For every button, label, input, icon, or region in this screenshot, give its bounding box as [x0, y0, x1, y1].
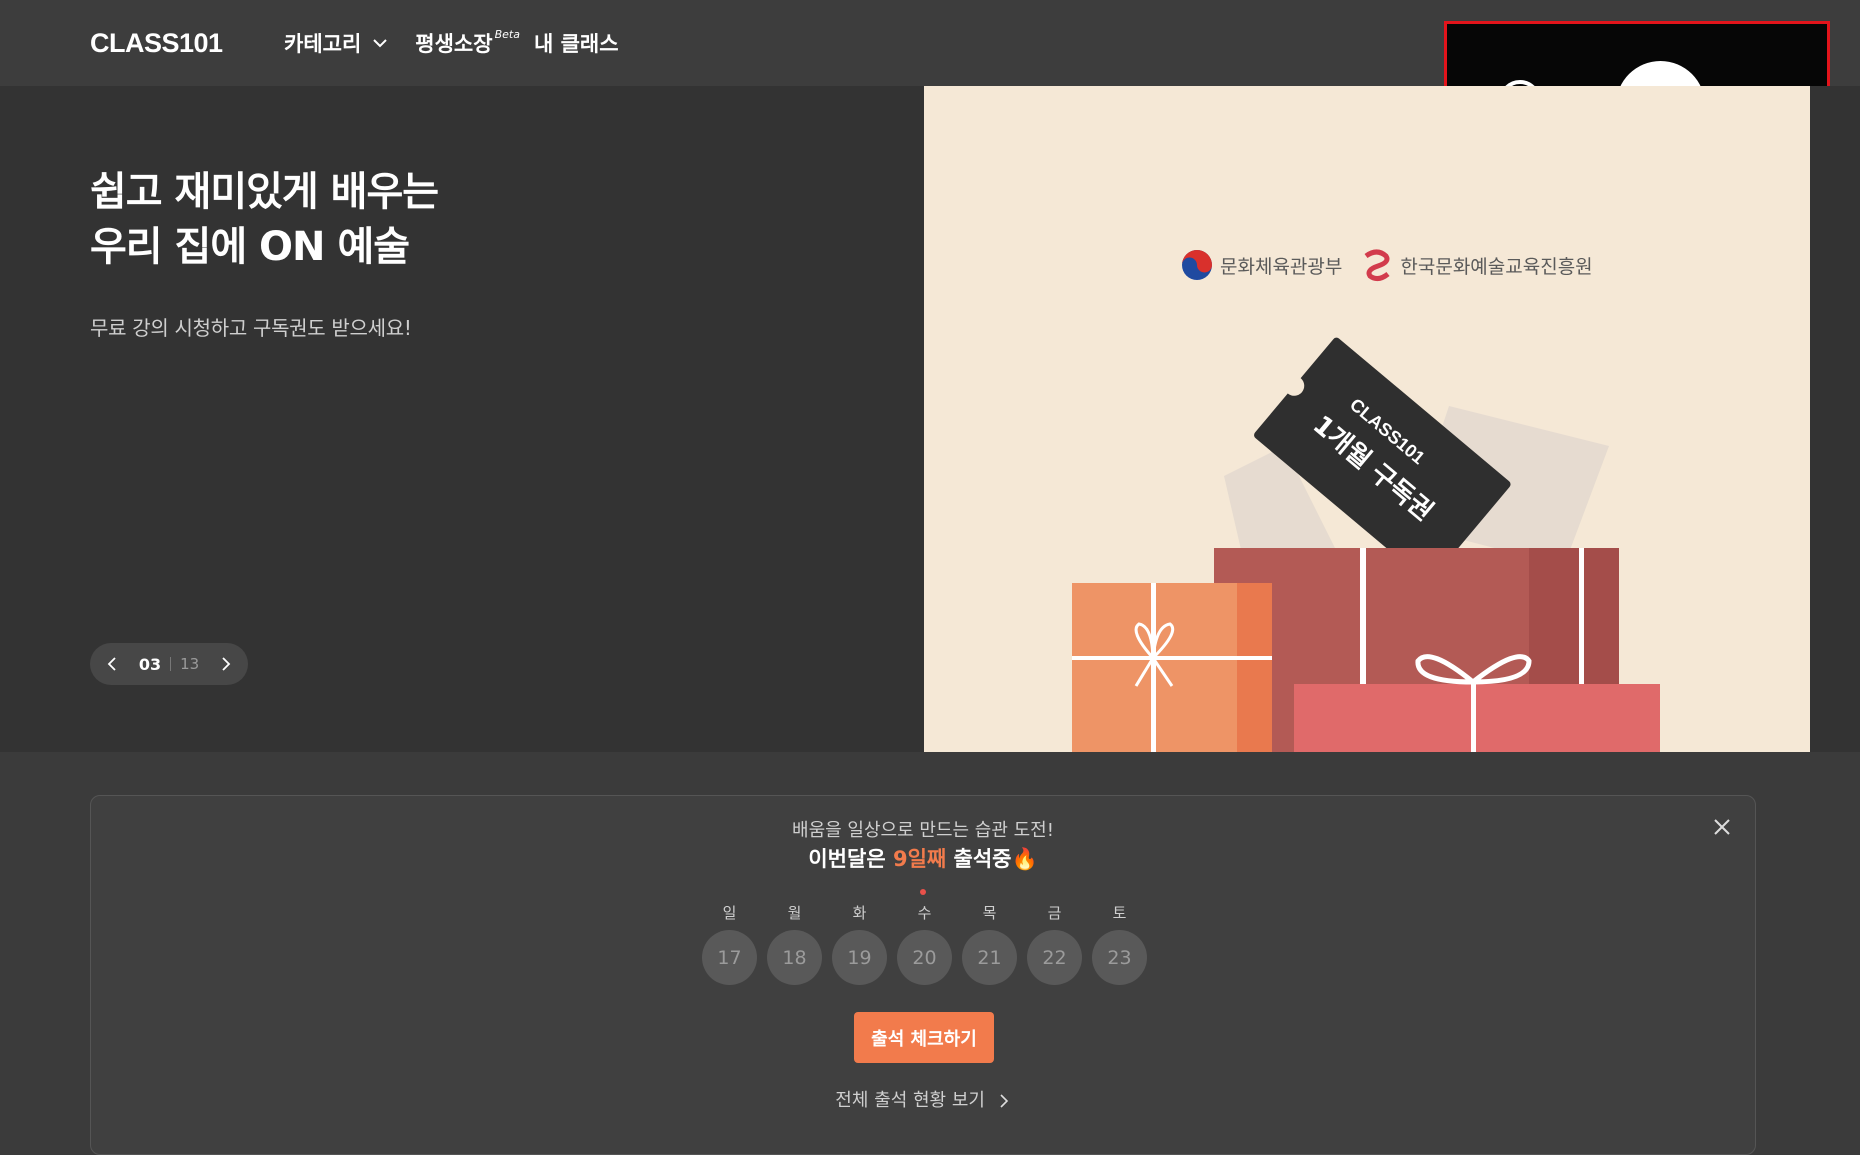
- hero-banner-image[interactable]: 문화체육관광부 한국문화예술교육진흥원 CLASS101 1개월 구독권: [924, 86, 1810, 752]
- day-date: 22: [1027, 930, 1082, 985]
- day-mon: 월 18: [767, 902, 822, 985]
- attendance-intro: 배움을 일상으로 만드는 습관 도전!: [792, 820, 1054, 841]
- day-date: 21: [962, 930, 1017, 985]
- day-date: 20: [897, 930, 952, 985]
- nav-category-label: 카테고리: [284, 32, 362, 56]
- day-tue: 화 19: [832, 902, 887, 985]
- pager-numbers: 03 13: [139, 655, 199, 674]
- day-label: 토: [1112, 904, 1127, 922]
- attendance-status-suffix: 출석중🔥: [946, 847, 1038, 871]
- hero-subtitle: 무료 강의 시청하고 구독권도 받으세요!: [90, 316, 412, 340]
- hero-title: 쉽고 재미있게 배우는 우리 집에 ON 예술: [90, 169, 439, 270]
- attendance-history-link[interactable]: 전체 출석 현황 보기: [91, 1086, 1755, 1112]
- chevron-left-icon[interactable]: [104, 656, 120, 672]
- gift-ticket-illustration: CLASS101 1개월 구독권: [1072, 337, 1660, 752]
- chevron-down-icon: [373, 39, 387, 48]
- class101-logo[interactable]: CLASS101: [90, 28, 223, 59]
- day-label: 일: [722, 904, 737, 922]
- hero-right-margin: [1810, 86, 1860, 752]
- today-indicator-dot: [920, 889, 926, 895]
- hero-pager: 03 13: [90, 643, 248, 685]
- day-label: 화: [852, 904, 867, 922]
- day-sun: 일 17: [702, 902, 757, 985]
- main-nav: 카테고리 평생소장 Beta 내 클래스: [284, 28, 619, 58]
- nav-lifetime-label: 평생소장: [415, 32, 493, 56]
- day-sat: 토 23: [1092, 902, 1147, 985]
- attendance-status: 이번달은 9일째 출석중🔥: [91, 843, 1755, 873]
- pager-total: 13: [180, 655, 200, 673]
- nav-category[interactable]: 카테고리: [284, 28, 389, 58]
- chevron-right-icon[interactable]: [218, 656, 234, 672]
- attendance-status-prefix: 이번달은: [808, 847, 893, 871]
- attendance-week: 일 17 월 18 화 19 수 20 목 21 금 22 토 23: [702, 902, 1147, 985]
- attendance-day-count: 9일째: [892, 847, 947, 871]
- day-date: 19: [832, 930, 887, 985]
- day-date: 23: [1092, 930, 1147, 985]
- attendance-check-button[interactable]: 출석 체크하기: [854, 1012, 994, 1063]
- nav-lifetime[interactable]: 평생소장 Beta: [415, 28, 520, 58]
- chevron-right-icon: [1000, 1094, 1008, 1108]
- day-label: 목: [982, 904, 997, 922]
- day-fri: 금 22: [1027, 902, 1082, 985]
- day-wed: 수 20: [897, 902, 952, 985]
- nav-my-classes[interactable]: 내 클래스: [534, 28, 619, 58]
- attendance-card: 배움을 일상으로 만드는 습관 도전! 이번달은 9일째 출석중🔥 일 17 월…: [90, 795, 1756, 1155]
- day-label: 수: [917, 904, 932, 922]
- pager-current: 03: [138, 654, 162, 674]
- beta-badge: Beta: [494, 27, 520, 41]
- day-date: 17: [702, 930, 757, 985]
- day-label: 월: [787, 904, 802, 922]
- pager-divider: [170, 657, 172, 671]
- attendance-history-label: 전체 출석 현황 보기: [835, 1090, 985, 1111]
- day-date: 18: [767, 930, 822, 985]
- day-thu: 목 21: [962, 902, 1017, 985]
- day-label: 금: [1047, 904, 1062, 922]
